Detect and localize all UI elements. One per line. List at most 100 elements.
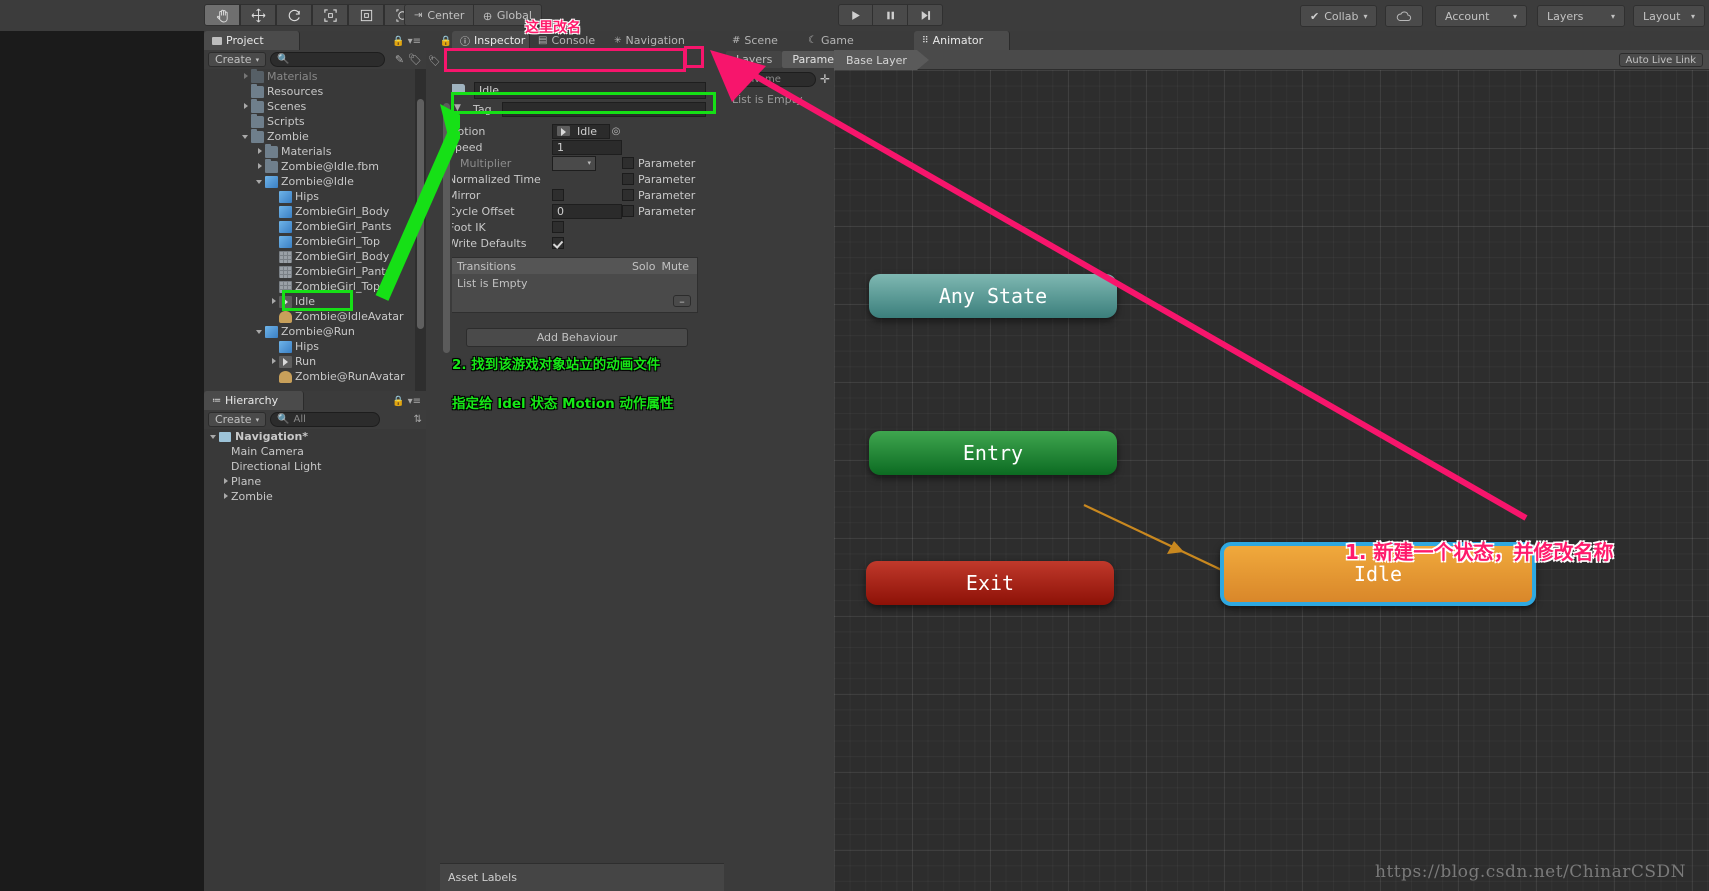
project-tree-item[interactable]: ZombieGirl_Top [204,279,414,294]
add-parameter-button[interactable]: ✛ [820,72,830,86]
lock-icon[interactable]: 🔒 [392,396,404,407]
hierarchy-list[interactable]: Navigation* Main Camera Directional Light P… [204,429,426,884]
favorites-icon[interactable]: ✎ [395,53,404,66]
project-tree-item[interactable]: ZombieGirl_Body [204,249,414,264]
inspector-scrollbar[interactable] [441,83,452,408]
project-tree-item[interactable]: Zombie@Idle [204,174,414,189]
hierarchy-item[interactable]: Navigation* [204,429,426,444]
inspector-number-input[interactable]: 1 [552,139,622,155]
step-button[interactable] [908,4,943,26]
rotate-tool[interactable] [276,4,312,26]
object-picker-icon[interactable]: ◎ [610,126,622,137]
disclosure-triangle-icon[interactable] [256,147,265,156]
hand-tool[interactable] [204,4,240,26]
parameter-checkbox[interactable] [622,189,634,201]
disclosure-triangle-icon[interactable] [210,432,219,441]
scale-tool[interactable] [312,4,348,26]
collab-button[interactable]: ✔ Collab ▾ [1300,5,1378,27]
inspector-checkbox[interactable] [552,189,564,201]
parameter-checkbox[interactable] [622,173,634,185]
project-scrollbar[interactable] [415,69,426,391]
hierarchy-item[interactable]: Main Camera [204,444,426,459]
move-tool[interactable] [240,4,276,26]
project-tree-item[interactable]: ZombieGirl_Pants [204,219,414,234]
disclosure-triangle-icon[interactable] [242,132,251,141]
project-tree-item[interactable]: Zombie@RunAvatar [204,369,414,384]
hierarchy-item[interactable]: Zombie [204,489,426,504]
project-tree-item[interactable]: Zombie [204,128,414,144]
project-tree-item[interactable]: Hips [204,189,414,204]
project-search-input[interactable]: 🔍 [270,52,386,67]
inspector-checkbox[interactable] [552,221,564,233]
inspector-number-input[interactable]: 0 [552,203,622,219]
project-tree-item[interactable]: ZombieGirl_Body [204,204,414,219]
project-tree-item[interactable]: Zombie@IdleAvatar [204,309,414,324]
pause-button[interactable] [873,4,908,26]
animator-state-graph[interactable]: Any State Entry Exit Idle [834,70,1709,891]
transform-tools-group[interactable] [204,4,420,26]
lock-icon[interactable]: 🔒 [440,36,452,47]
hierarchy-create-button[interactable]: Create ▾ [208,412,267,427]
play-button[interactable] [838,4,873,26]
project-tree-item[interactable]: ZombieGirl_Top [204,234,414,249]
exit-node[interactable]: Exit [866,561,1114,605]
label-icon[interactable]: 🏷 [428,56,441,67]
parameter-checkbox[interactable] [622,157,634,169]
project-tree-item[interactable]: ZombieGirl_Pants [204,264,414,279]
panel-menu-icon[interactable]: ▾≡ [408,396,421,407]
inspector-checkbox[interactable] [552,237,564,249]
project-tree-item[interactable]: Idle [204,294,414,309]
auto-live-link-button[interactable]: Auto Live Link [1618,53,1703,67]
tab-project[interactable]: Project [204,31,300,50]
project-create-button[interactable]: Create ▾ [208,52,267,67]
breadcrumb-base-layer[interactable]: Base Layer [834,50,929,70]
project-tree-item[interactable]: Scenes [204,98,414,114]
project-tree-item[interactable]: Materials [204,69,414,84]
disclosure-triangle-icon[interactable] [222,477,231,486]
project-asset-tree[interactable]: Materials Resources Scenes Scripts Zombie Mat… [204,69,414,391]
disclosure-triangle-icon[interactable] [222,492,231,501]
disclosure-triangle-icon[interactable] [256,177,265,186]
layout-dropdown[interactable]: Layout ▾ [1633,5,1705,27]
pivot-space-group[interactable]: ⇥ Center 🜨 Global [404,4,542,26]
disclosure-triangle-icon[interactable] [242,72,251,81]
cloud-button[interactable] [1385,5,1423,27]
disclosure-triangle-icon[interactable] [270,357,279,366]
tab-scene[interactable]: # Scene [724,31,800,50]
tab-animator[interactable]: ⠿ Animator [914,31,1010,50]
rect-tool[interactable] [348,4,384,26]
project-tree-item[interactable]: Run [204,354,414,369]
project-tree-item[interactable]: Resources [204,83,414,99]
account-button[interactable]: Account ▾ [1435,5,1527,27]
parameter-search-input[interactable]: 🔍 Name [728,71,816,87]
tab-hierarchy[interactable]: ≔ Hierarchy [204,391,304,410]
playback-group[interactable] [838,4,943,26]
tab-inspector[interactable]: ⓘ Inspector [452,31,530,50]
project-tree-item[interactable]: Zombie@Run [204,324,414,339]
state-name-input[interactable]: Idle [474,81,706,99]
tab-layers[interactable]: Layers [726,51,783,68]
parameter-checkbox[interactable] [622,205,634,217]
lock-icon[interactable]: 🔒 [392,36,404,47]
label-icon[interactable]: 🏷 [408,53,422,66]
disclosure-triangle-icon[interactable] [256,327,265,336]
disclosure-triangle-icon[interactable] [242,102,251,111]
tab-game[interactable]: ☾ Game [800,31,872,50]
inspector-dropdown[interactable]: ▾ [552,155,596,171]
hierarchy-item[interactable]: Plane [204,474,426,489]
hierarchy-search-input[interactable]: 🔍 All [270,412,381,427]
disclosure-triangle-icon[interactable] [256,162,265,171]
project-tree-item[interactable]: Zombie@Idle.fbm [204,158,414,174]
project-tree-item[interactable]: Hips [204,339,414,354]
layers-dropdown[interactable]: Layers ▾ [1537,5,1625,27]
disclosure-triangle-icon[interactable] [270,297,279,306]
entry-node[interactable]: Entry [869,431,1117,475]
sort-icon[interactable]: ⇅ [414,414,422,425]
tag-input[interactable] [501,101,706,117]
pivot-toggle[interactable]: ⇥ Center [404,4,475,26]
tab-navigation[interactable]: ✳ Navigation [606,31,692,50]
any-state-node[interactable]: Any State [869,274,1117,318]
project-tree-item[interactable]: Materials [204,143,414,159]
motion-object-field[interactable]: Idle [552,123,610,139]
remove-transition-button[interactable]: – [673,295,691,308]
